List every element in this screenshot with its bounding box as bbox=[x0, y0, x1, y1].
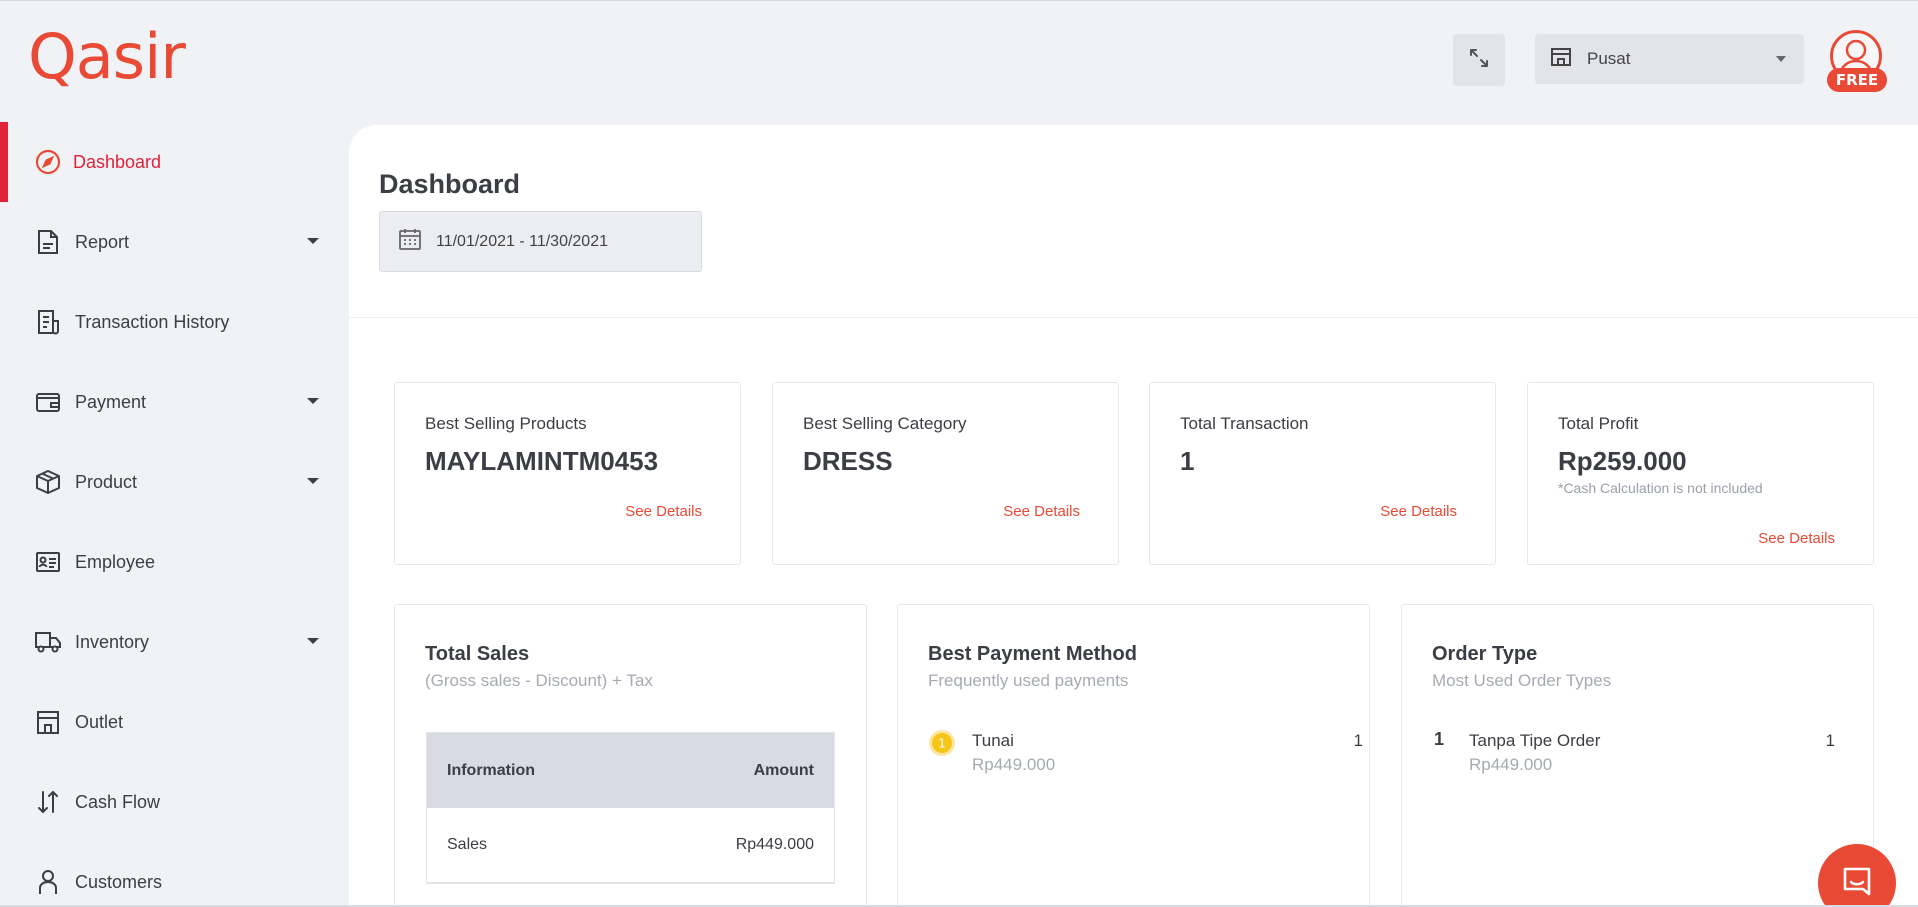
sidebar-item-label: Transaction History bbox=[75, 311, 230, 332]
stat-title: Best Selling Products bbox=[425, 414, 587, 433]
payment-method-panel: Best Payment Method Frequently used paym… bbox=[897, 604, 1370, 905]
row-amount: Rp449.000 bbox=[735, 836, 814, 853]
document-icon bbox=[34, 228, 62, 256]
sidebar-item-label: Cash Flow bbox=[75, 791, 161, 812]
see-details-link[interactable]: See Details bbox=[1758, 530, 1835, 547]
panel-title: Best Payment Method bbox=[928, 643, 1137, 665]
chevron-down-icon bbox=[307, 238, 319, 244]
outlet-select[interactable]: Pusat bbox=[1535, 34, 1804, 84]
stat-note: *Cash Calculation is not included bbox=[1558, 480, 1763, 496]
chevron-down-icon bbox=[307, 638, 319, 644]
stat-card-best-selling-products: Best Selling Products MAYLAMINTM0453 See… bbox=[394, 382, 741, 565]
order-count: 1 bbox=[1825, 731, 1835, 750]
see-details-link[interactable]: See Details bbox=[1380, 503, 1457, 520]
sidebar-item-employee[interactable]: Employee bbox=[0, 522, 340, 602]
payment-name: Tunai bbox=[972, 731, 1014, 750]
page-title: Dashboard bbox=[379, 169, 521, 199]
wallet-icon bbox=[34, 388, 62, 416]
sidebar-item-label: Payment bbox=[75, 391, 147, 412]
stat-title: Total Profit bbox=[1558, 414, 1639, 433]
sidebar-item-label: Product bbox=[75, 471, 138, 492]
sidebar-item-report[interactable]: Report bbox=[0, 202, 340, 282]
store-icon bbox=[34, 708, 62, 736]
date-range-value: 11/01/2021 - 11/30/2021 bbox=[436, 232, 608, 250]
stat-title: Total Transaction bbox=[1180, 414, 1309, 433]
sidebar-item-label: Employee bbox=[75, 551, 156, 572]
stat-value: DRESS bbox=[803, 446, 893, 476]
sidebar-item-inventory[interactable]: Inventory bbox=[0, 602, 340, 682]
plan-badge: FREE bbox=[1827, 68, 1887, 92]
sales-table: Information Amount Sales Rp449.000 bbox=[426, 732, 835, 884]
stat-title: Best Selling Category bbox=[803, 414, 967, 433]
order-rank: 1 bbox=[1434, 729, 1445, 749]
order-amount: Rp449.000 bbox=[1469, 755, 1553, 774]
sidebar-item-label: Inventory bbox=[75, 631, 150, 652]
table-row: Sales Rp449.000 bbox=[427, 808, 834, 883]
medal-icon: 1 bbox=[928, 729, 956, 757]
sidebar-item-customers[interactable]: Customers bbox=[0, 842, 340, 907]
total-sales-panel: Total Sales (Gross sales - Discount) + T… bbox=[394, 604, 867, 905]
column-header-amount: Amount bbox=[753, 761, 814, 779]
panel-title: Order Type bbox=[1432, 643, 1538, 665]
panel-subtitle: Frequently used payments bbox=[928, 671, 1129, 690]
date-range-picker[interactable]: 11/01/2021 - 11/30/2021 bbox=[379, 211, 702, 272]
section-divider bbox=[349, 317, 1918, 318]
active-indicator bbox=[0, 122, 8, 202]
id-card-icon bbox=[34, 548, 62, 576]
user-avatar[interactable]: FREE bbox=[1827, 30, 1887, 92]
receipt-icon bbox=[34, 308, 62, 336]
panel-subtitle: (Gross sales - Discount) + Tax bbox=[425, 671, 653, 690]
sidebar-item-label: Dashboard bbox=[73, 151, 162, 172]
row-information: Sales bbox=[447, 836, 488, 853]
main-content: Dashboard 11/01/2021 - 11/30/2021 Best S… bbox=[349, 125, 1918, 905]
calendar-icon bbox=[398, 227, 422, 256]
expand-icon bbox=[1468, 47, 1490, 74]
stat-card-total-profit: Total Profit Rp259.000 *Cash Calculation… bbox=[1527, 382, 1874, 565]
sidebar-item-label: Customers bbox=[75, 871, 163, 892]
box-icon bbox=[34, 468, 62, 496]
person-icon bbox=[34, 868, 62, 896]
qasir-logo[interactable]: Qasir bbox=[28, 22, 186, 92]
sidebar-item-payment[interactable]: Payment bbox=[0, 362, 340, 442]
medal-rank: 1 bbox=[938, 737, 946, 751]
sidebar-item-outlet[interactable]: Outlet bbox=[0, 682, 340, 762]
order-type-panel: Order Type Most Used Order Types 1 Tanpa… bbox=[1401, 604, 1874, 905]
see-details-link[interactable]: See Details bbox=[1003, 503, 1080, 520]
stat-card-total-transaction: Total Transaction 1 See Details bbox=[1149, 382, 1496, 565]
stat-value: Rp259.000 bbox=[1558, 446, 1687, 476]
compass-icon bbox=[34, 148, 62, 176]
sidebar-item-label: Report bbox=[75, 231, 130, 252]
panel-title: Total Sales bbox=[425, 643, 530, 665]
chevron-down-icon bbox=[307, 398, 319, 404]
outlet-select-value: Pusat bbox=[1587, 49, 1631, 68]
order-name: Tanpa Tipe Order bbox=[1469, 731, 1601, 750]
sidebar-item-label: Outlet bbox=[75, 711, 124, 732]
chevron-down-icon bbox=[307, 478, 319, 484]
stat-value: MAYLAMINTM0453 bbox=[425, 446, 659, 476]
chevron-down-icon bbox=[1776, 56, 1786, 62]
sidebar-item-dashboard[interactable]: Dashboard bbox=[0, 122, 340, 202]
fullscreen-button[interactable] bbox=[1453, 34, 1505, 86]
stat-value: 1 bbox=[1180, 446, 1195, 476]
stat-card-best-selling-category: Best Selling Category DRESS See Details bbox=[772, 382, 1119, 565]
column-header-information: Information bbox=[447, 761, 535, 779]
arrows-up-down-icon bbox=[34, 788, 62, 816]
truck-icon bbox=[34, 628, 62, 656]
sidebar-item-cash-flow[interactable]: Cash Flow bbox=[0, 762, 340, 842]
see-details-link[interactable]: See Details bbox=[625, 503, 702, 520]
payment-amount: Rp449.000 bbox=[972, 755, 1056, 774]
table-header: Information Amount bbox=[427, 733, 834, 808]
panel-subtitle: Most Used Order Types bbox=[1432, 671, 1612, 690]
payment-count: 1 bbox=[1353, 731, 1363, 750]
sidebar-item-transaction-history[interactable]: Transaction History bbox=[0, 282, 340, 362]
chat-icon bbox=[1840, 864, 1874, 903]
top-border bbox=[0, 0, 1918, 1]
store-icon bbox=[1549, 45, 1573, 74]
sidebar-item-product[interactable]: Product bbox=[0, 442, 340, 522]
